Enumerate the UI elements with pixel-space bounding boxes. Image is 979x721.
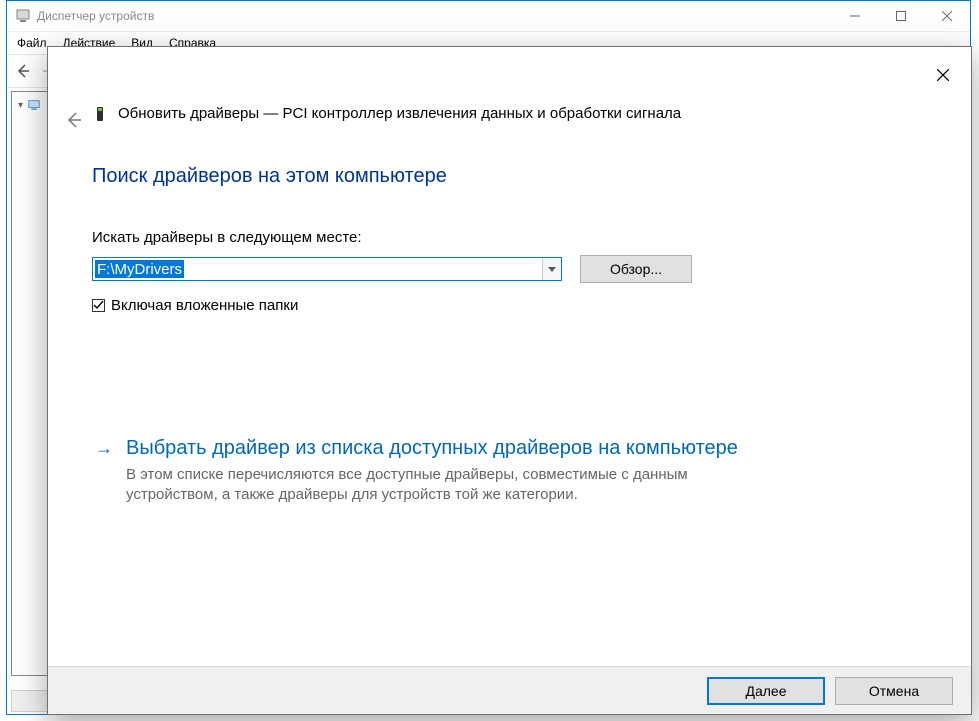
app-icon (15, 8, 31, 24)
location-label: Искать драйверы в следующем месте: (92, 229, 362, 246)
dialog-close-button[interactable] (929, 61, 957, 89)
cancel-button[interactable]: Отмена (835, 677, 953, 705)
chevron-down-icon[interactable] (542, 258, 561, 280)
wizard-back-button[interactable] (58, 105, 88, 135)
close-button[interactable] (924, 1, 970, 31)
wizard-header: Обновить драйверы — PCI контроллер извле… (92, 105, 931, 122)
wizard-footer: Далее Отмена (48, 666, 971, 714)
pick-from-list-desc: В этом списке перечисляются все доступны… (126, 465, 766, 505)
wizard-section-title: Поиск драйверов на этом компьютере (92, 165, 447, 188)
driver-path-value: F:\MyDrivers (95, 260, 184, 278)
browse-label: Обзор... (610, 261, 662, 277)
include-subfolders-checkbox[interactable] (92, 299, 105, 312)
next-button[interactable]: Далее (707, 677, 825, 705)
device-icon (92, 106, 108, 122)
update-drivers-wizard: Обновить драйверы — PCI контроллер извле… (47, 46, 972, 715)
nav-back-button[interactable] (11, 59, 35, 83)
pick-from-list-option[interactable]: → Выбрать драйвер из списка доступных др… (92, 435, 911, 505)
driver-path-combobox[interactable]: F:\MyDrivers (92, 257, 562, 281)
computer-icon (27, 98, 41, 112)
window-title: Диспетчер устройств (37, 9, 154, 23)
minimize-button[interactable] (832, 1, 878, 31)
include-subfolders-label: Включая вложенные папки (111, 297, 298, 314)
cancel-label: Отмена (869, 683, 919, 699)
chevron-down-icon: ▾ (18, 100, 23, 111)
tree-root-node[interactable]: ▾ (18, 98, 41, 112)
browse-button[interactable]: Обзор... (580, 255, 692, 283)
wizard-header-text: Обновить драйверы — PCI контроллер извле… (118, 105, 681, 122)
arrow-right-icon: → (92, 435, 116, 505)
titlebar: Диспетчер устройств (7, 1, 970, 32)
next-label: Далее (745, 683, 786, 699)
maximize-button[interactable] (878, 1, 924, 31)
pick-from-list-title: Выбрать драйвер из списка доступных драй… (126, 435, 911, 461)
